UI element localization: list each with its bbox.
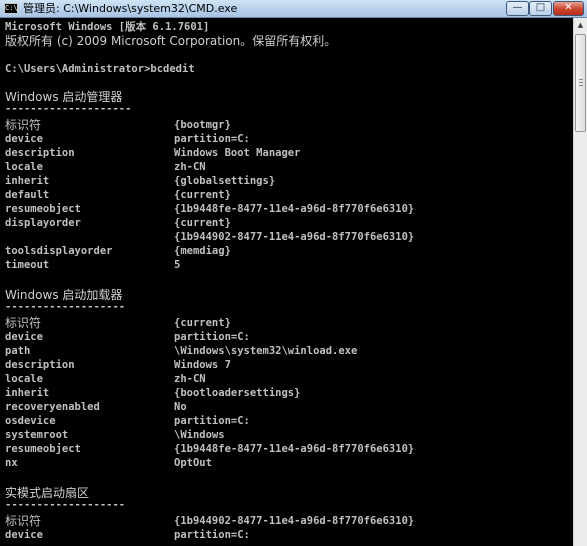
- maximize-button[interactable]: □: [529, 1, 552, 16]
- row-key: 标识符: [5, 118, 42, 132]
- row-key: path: [5, 345, 31, 357]
- row-value: partition=C:: [174, 133, 250, 145]
- row-value: {current}: [174, 217, 231, 229]
- console-banner: Microsoft Windows [版本 6.1.7601]: [5, 21, 210, 33]
- row-value: No: [174, 401, 187, 413]
- scroll-up-arrow-icon[interactable]: ▲: [574, 18, 587, 32]
- row-value: partition=C:: [174, 331, 250, 343]
- section-underline: --------------------: [5, 103, 132, 115]
- row-key: device: [5, 529, 43, 541]
- row-key: 标识符: [5, 514, 42, 528]
- console-prompt-line: C:\Users\Administrator>bcdedit: [5, 63, 195, 75]
- row-value: zh-CN: [174, 161, 206, 173]
- row-value: {bootloadersettings}: [174, 387, 301, 399]
- thumb-grip: [579, 85, 583, 86]
- row-value: {1b9448fe-8477-11e4-a96d-8f770f6e6310}: [174, 443, 415, 455]
- row-value: 5: [174, 259, 181, 271]
- row-value: Windows Boot Manager: [174, 147, 301, 159]
- row-value: Windows 7: [174, 359, 231, 371]
- thumb-grip: [579, 79, 583, 80]
- row-key: osdevice: [5, 415, 56, 427]
- row-key: default: [5, 189, 50, 201]
- row-value: {1b9448fe-8477-11e4-a96d-8f770f6e6310}: [174, 203, 415, 215]
- row-key: description: [5, 359, 75, 371]
- cmd-app-icon[interactable]: C:\: [4, 3, 18, 14]
- row-key: inherit: [5, 387, 50, 399]
- row-key: resumeobject: [5, 203, 81, 215]
- row-key: 标识符: [5, 316, 42, 330]
- cmd-window: C:\ 管理员: C:\Windows\system32\CMD.exe — □…: [0, 0, 587, 546]
- window-title: 管理员: C:\Windows\system32\CMD.exe: [23, 2, 238, 15]
- row-value: \Windows: [174, 429, 225, 441]
- row-key: description: [5, 147, 75, 159]
- section-underline: -------------------: [5, 499, 126, 511]
- row-value: partition=C:: [174, 529, 250, 541]
- row-key: inherit: [5, 175, 50, 187]
- title-bar[interactable]: C:\ 管理员: C:\Windows\system32\CMD.exe — □…: [0, 0, 587, 18]
- row-key: nx: [5, 457, 18, 469]
- row-key: device: [5, 331, 43, 343]
- console-copyright: 版权所有 (c) 2009 Microsoft Corporation。保留所有…: [5, 34, 337, 48]
- row-value: {1b944902-8477-11e4-a96d-8f770f6e6310}: [174, 515, 415, 527]
- row-value: {1b944902-8477-11e4-a96d-8f770f6e6310}: [174, 231, 415, 243]
- section-underline: -------------------: [5, 301, 126, 313]
- row-value: {current}: [174, 189, 231, 201]
- row-value: partition=C:: [174, 415, 250, 427]
- close-button[interactable]: ✕: [553, 1, 584, 16]
- row-value: OptOut: [174, 457, 212, 469]
- row-key: locale: [5, 373, 43, 385]
- row-value: zh-CN: [174, 373, 206, 385]
- row-key: timeout: [5, 259, 50, 271]
- row-key: recoveryenabled: [5, 401, 100, 413]
- row-value: {current}: [174, 317, 231, 329]
- row-key: resumeobject: [5, 443, 81, 455]
- row-value: {memdiag}: [174, 245, 231, 257]
- row-value: {bootmgr}: [174, 119, 231, 131]
- row-key: systemroot: [5, 429, 69, 441]
- row-value: {globalsettings}: [174, 175, 276, 187]
- minimize-button[interactable]: —: [506, 1, 529, 16]
- console-output[interactable]: Microsoft Windows [版本 6.1.7601] 版权所有 (c)…: [0, 18, 573, 546]
- row-key: device: [5, 133, 43, 145]
- row-key: locale: [5, 161, 43, 173]
- row-value: \Windows\system32\winload.exe: [174, 345, 358, 357]
- scroll-thumb[interactable]: [575, 34, 586, 132]
- row-key: displayorder: [5, 217, 81, 229]
- row-key: toolsdisplayorder: [5, 245, 113, 257]
- vertical-scrollbar[interactable]: ▲: [573, 18, 587, 546]
- thumb-grip: [579, 82, 583, 83]
